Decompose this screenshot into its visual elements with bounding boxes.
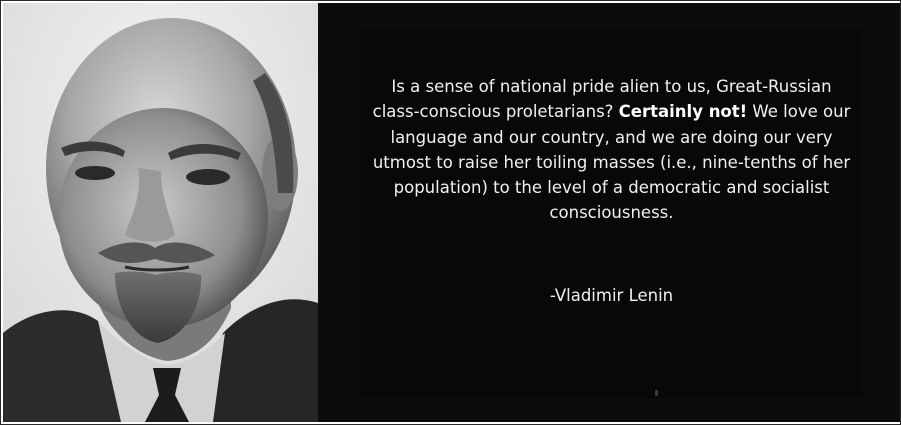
watermark-mark xyxy=(655,390,658,396)
quote-text: Is a sense of national pride alien to us… xyxy=(372,74,851,226)
quote-author: -Vladimir Lenin xyxy=(549,286,674,305)
right-eye xyxy=(186,169,230,185)
portrait-photo xyxy=(3,3,318,422)
left-eye xyxy=(75,166,115,180)
quote-panel: Is a sense of national pride alien to us… xyxy=(318,3,900,422)
quote-emphasis: Certainly not! xyxy=(618,102,748,122)
quote-box: Is a sense of national pride alien to us… xyxy=(360,28,863,398)
quote-card: Is a sense of national pride alien to us… xyxy=(0,0,901,425)
portrait-illustration xyxy=(3,3,318,422)
